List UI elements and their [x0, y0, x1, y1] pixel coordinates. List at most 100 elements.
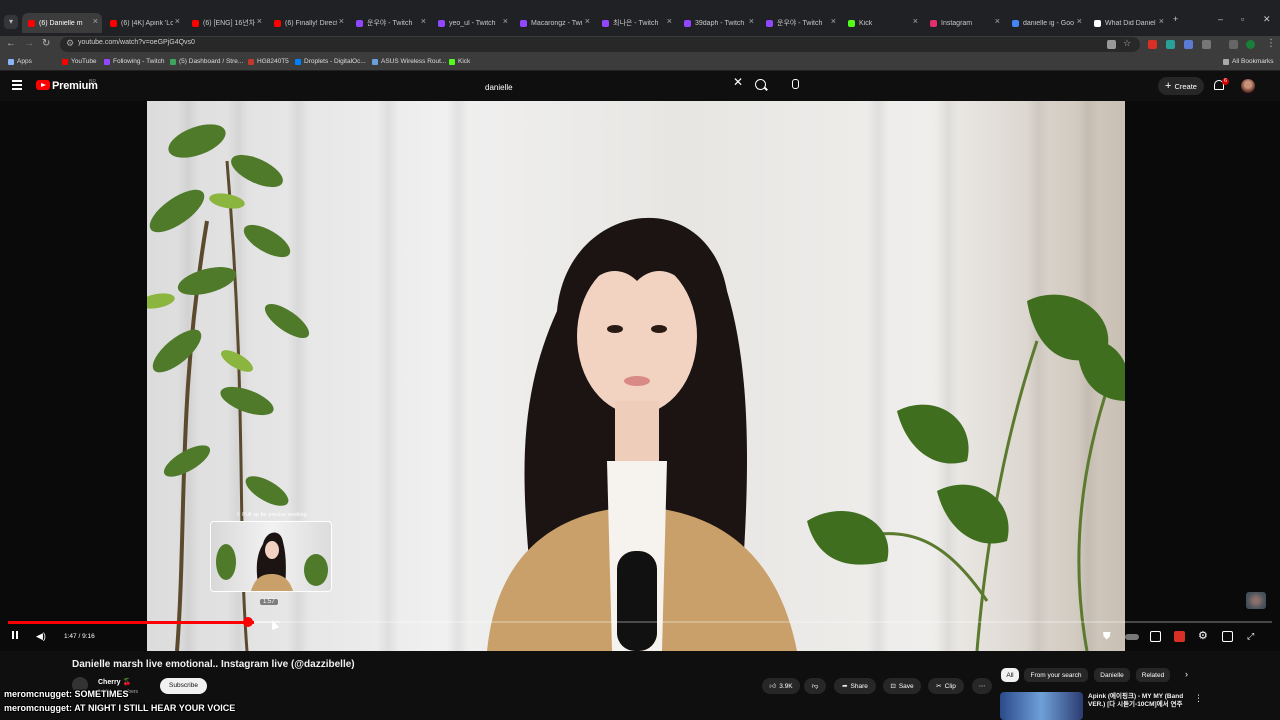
extensions-puzzle-icon[interactable]: [1202, 40, 1211, 49]
miniplayer-avatar[interactable]: [1246, 592, 1266, 609]
browser-tab[interactable]: (6) Finally! Direct ×: [268, 13, 348, 33]
close-tab-icon[interactable]: ×: [257, 16, 262, 26]
account-avatar[interactable]: [1241, 79, 1255, 93]
recommended-more-icon[interactable]: ⋮: [1194, 693, 1203, 704]
all-bookmarks[interactable]: All Bookmarks: [1223, 58, 1274, 65]
close-tab-icon[interactable]: ×: [667, 16, 672, 26]
tab-title: 운우야 - Twitch: [777, 20, 823, 27]
bookmark-label: ASUS Wireless Rout...: [381, 58, 447, 65]
filter-chip[interactable]: All: [1001, 668, 1019, 682]
filter-chip[interactable]: Danielle: [1094, 668, 1130, 682]
browser-tab[interactable]: 운우야 - Twitch ×: [760, 13, 840, 33]
volume-icon[interactable]: ◀): [36, 631, 46, 642]
browser-tab[interactable]: yeo_ul - Twitch ×: [432, 13, 512, 33]
video-player[interactable]: [0, 101, 1280, 651]
tab-favicon-icon: [438, 19, 445, 27]
bookmark-star-icon[interactable]: ☆: [1123, 38, 1131, 49]
bookmark-item[interactable]: Following - Twitch: [104, 58, 165, 65]
close-tab-icon[interactable]: ×: [749, 16, 754, 26]
browser-tab[interactable]: What Did Daniel ×: [1088, 13, 1168, 33]
profile-avatar-icon[interactable]: [1246, 40, 1255, 49]
close-tab-icon[interactable]: ×: [503, 16, 508, 26]
bookmark-item[interactable]: HG8240T5: [248, 58, 289, 65]
maximize-button[interactable]: ▫: [1241, 14, 1244, 24]
recommended-video-thumbnail[interactable]: [1000, 692, 1083, 720]
close-tab-icon[interactable]: ×: [1159, 16, 1164, 26]
kebab-menu-icon[interactable]: ⋮: [1266, 38, 1276, 49]
bookmark-label: HG8240T5: [257, 58, 289, 65]
theater-mode-icon[interactable]: [1222, 631, 1233, 642]
extension-icon[interactable]: [1166, 40, 1175, 49]
reload-icon[interactable]: ↻: [42, 38, 50, 49]
close-tab-icon[interactable]: ×: [339, 16, 344, 26]
search-input[interactable]: [480, 77, 747, 97]
subscribe-button[interactable]: Subscribe: [160, 678, 207, 694]
bookmark-item[interactable]: Kick: [449, 58, 470, 65]
close-tab-icon[interactable]: ×: [93, 16, 98, 26]
forward-icon[interactable]: →: [24, 38, 34, 49]
more-actions-button[interactable]: ⋯: [972, 678, 992, 694]
search-icon[interactable]: [755, 79, 766, 90]
sidepanel-icon[interactable]: [1229, 40, 1238, 49]
minimize-button[interactable]: –: [1218, 14, 1223, 24]
browser-tab[interactable]: (6) [4K] Apink 'Lo ×: [104, 13, 184, 33]
extension-icon[interactable]: [1184, 40, 1193, 49]
bookmark-item[interactable]: ASUS Wireless Rout...: [372, 58, 446, 65]
back-icon[interactable]: ←: [6, 38, 16, 49]
address-bar[interactable]: ⚙ youtube.com/watch?v=oeGPjG4Qvs0: [60, 37, 1140, 52]
filter-chip[interactable]: From your search: [1024, 668, 1088, 682]
filter-chip[interactable]: Related: [1136, 668, 1170, 682]
channel-name[interactable]: Cherry 🍒: [98, 678, 131, 686]
close-tab-icon[interactable]: ×: [1077, 16, 1082, 26]
bookmark-item[interactable]: Apps: [8, 58, 32, 65]
save-button[interactable]: ⊡ Save: [883, 678, 921, 694]
pause-icon[interactable]: [12, 631, 20, 641]
browser-tab[interactable]: (6) Danielle m ×: [22, 13, 102, 33]
bookmark-item[interactable]: YouTube: [62, 58, 97, 65]
extension-player-icon[interactable]: [1174, 631, 1185, 642]
browser-tab[interactable]: Macarongz - Twi ×: [514, 13, 594, 33]
progress-bar[interactable]: [8, 620, 1272, 624]
close-window-button[interactable]: ✕: [1263, 14, 1271, 25]
microphone-icon[interactable]: [792, 79, 799, 89]
hamburger-menu-icon[interactable]: [12, 80, 22, 92]
close-tab-icon[interactable]: ×: [175, 16, 180, 26]
share-button[interactable]: ➦ Share: [834, 678, 876, 694]
browser-tab[interactable]: 운우야 - Twitch ×: [350, 13, 430, 33]
chat-text: SOMETIMES: [74, 689, 129, 699]
bookmark-item[interactable]: (5) Dashboard / Stre...: [170, 58, 243, 65]
youtube-logo-icon[interactable]: [36, 80, 50, 90]
bookmark-item[interactable]: Droplets - DigitalOc...: [295, 58, 366, 65]
close-tab-icon[interactable]: ×: [995, 16, 1000, 26]
close-tab-icon[interactable]: ×: [831, 16, 836, 26]
autoplay-toggle[interactable]: [1125, 634, 1139, 640]
chevron-right-icon[interactable]: ›: [1185, 669, 1188, 679]
close-tab-icon[interactable]: ×: [585, 16, 590, 26]
browser-tab[interactable]: danielle ig - Goo ×: [1006, 13, 1086, 33]
close-tab-icon[interactable]: ×: [913, 16, 918, 26]
tab-search-button[interactable]: ▾: [4, 15, 18, 29]
close-tab-icon[interactable]: ×: [421, 16, 426, 26]
create-button[interactable]: + Create: [1158, 77, 1204, 95]
search-box[interactable]: [480, 77, 750, 97]
browser-tab[interactable]: 최나은 - Twitch ×: [596, 13, 676, 33]
extension-icon[interactable]: [1148, 40, 1157, 49]
captions-icon[interactable]: [1150, 631, 1161, 642]
scrubber-handle[interactable]: [243, 617, 253, 627]
settings-gear-icon[interactable]: ⚙: [1198, 629, 1208, 642]
fullscreen-icon[interactable]: ⤢: [1247, 631, 1254, 642]
browser-tab[interactable]: Instagram ×: [924, 13, 1004, 33]
like-button[interactable]: 👍︎ 3.9K: [762, 678, 800, 694]
clear-search-icon[interactable]: ✕: [733, 75, 743, 89]
browser-tab[interactable]: (6) [ENG] 16년차 ×: [186, 13, 266, 33]
site-info-icon[interactable]: ⚙: [66, 38, 74, 49]
new-tab-button[interactable]: +: [1173, 14, 1178, 24]
clip-button[interactable]: ✂ Clip: [928, 678, 964, 694]
recommended-video-title[interactable]: Apink (에이핑크) - MY MY (Band VER.) [다 시듣기-…: [1088, 693, 1192, 709]
cast-icon[interactable]: [1107, 40, 1116, 49]
time-display: 1:47 / 9:16: [64, 633, 95, 640]
dislike-button[interactable]: 👎︎: [804, 678, 826, 694]
browser-tab[interactable]: 39daph - Twitch ×: [678, 13, 758, 33]
sponsorblock-shield-icon[interactable]: ⛊: [1103, 631, 1111, 642]
browser-tab[interactable]: Kick ×: [842, 13, 922, 33]
